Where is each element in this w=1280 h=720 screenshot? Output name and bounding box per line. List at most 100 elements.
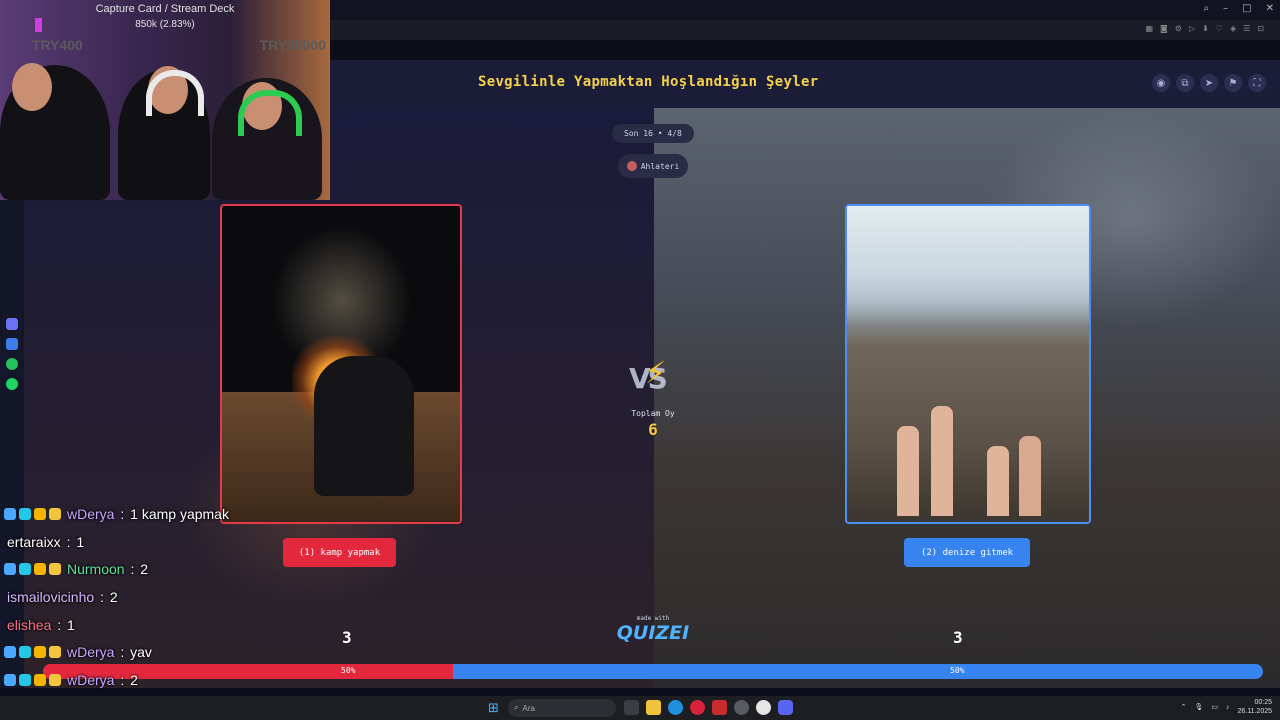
option-card-left[interactable] [220,204,462,524]
extension-icons: ▦ ◙ ⚙ ▷ ⬇ ♡ ◈ ☰ ⊡ [1145,24,1264,33]
opera-gx-icon[interactable] [690,700,705,715]
chat-badge-icon [34,673,46,686]
close-button[interactable]: ✕ [1266,3,1274,14]
cube-icon[interactable]: ◈ [1230,24,1236,33]
taskbar-search[interactable]: ⌕ Ara [508,699,616,717]
choice-button-right[interactable]: (2) denize gitmek [904,538,1030,567]
copy-icon[interactable]: ⧉ [1176,74,1194,92]
taskbar-search-placeholder: Ara [522,703,535,713]
grid-icon[interactable]: ▦ [1145,24,1153,33]
window-controls: ⌕ – □ ✕ [1204,3,1274,14]
chat-username[interactable]: ismailovicinho [7,589,94,605]
sea-foam-illustration [847,206,1089,326]
clock-date: 26.11.2025 [1237,708,1272,715]
chat-badge-icon [19,646,31,659]
download-icon[interactable]: ⬇ [1202,24,1209,33]
chat-separator: : [126,561,139,578]
chat-badge-icon [4,646,16,659]
system-clock[interactable]: 00:25 26.11.2025 [1237,698,1272,716]
chat-text: 1 [67,616,75,633]
chat-text: 2 [130,671,138,688]
network-icon[interactable]: ▭ [1211,703,1218,711]
chat-badge-icon [19,563,31,576]
option-card-right[interactable] [845,204,1091,524]
heart-icon[interactable]: ♡ [1216,24,1223,33]
author-name: Ahlateri [640,161,680,171]
chat-separator: : [116,505,129,522]
author-pill[interactable]: Ahlateri [618,154,688,178]
chat-message: wDerya : 2 [4,666,229,694]
chat-badge-icon [4,673,16,686]
volume-icon[interactable]: ♪ [1226,704,1230,711]
round-indicator: Son 16 • 4/8 [612,124,694,143]
made-with-label: made with [636,615,670,622]
chat-username[interactable]: wDerya [67,644,114,660]
edge-icon[interactable] [668,700,683,715]
vs-emblem: VS ⚡ [629,356,677,400]
capture-stat: 850k (2.83%) [135,19,195,30]
chat-username[interactable]: Nurmoon [67,561,125,577]
chat-text: yav [130,644,152,661]
chat-message: wDerya : yav [4,638,229,666]
donation-goal-left: TRY400 [32,37,83,53]
task-view-icon[interactable] [624,700,639,715]
fullscreen-icon[interactable]: ⛶ [1248,74,1266,92]
chat-separator: : [116,671,129,688]
stream-chat: wDerya : 1 kamp yapmak ertaraixx : 1 Nurmo… [4,500,229,694]
discord-icon[interactable] [778,700,793,715]
search-icon: ⌕ [514,703,519,712]
chat-text: 2 [140,561,149,578]
taskbar-apps [624,700,793,715]
microphone-icon[interactable]: 🎙 [1194,703,1203,711]
headset-icon [238,90,302,136]
share-icon[interactable]: ➤ [1200,74,1218,92]
chat-username[interactable]: wDerya [67,506,114,522]
chat-message: wDerya : 1 kamp yapmak [4,500,229,528]
webcam-overlay: Capture Card / Stream Deck 850k (2.83%) … [0,0,330,200]
maximize-button[interactable]: □ [1242,3,1251,14]
chat-badge-icon [4,563,16,576]
menu-icon[interactable]: ☰ [1243,24,1250,33]
spotify-icon[interactable] [6,378,18,390]
search-icon[interactable]: ⌕ [1204,3,1210,14]
quiz-header: Sevgilinle Yapmaktan Hoşlandığın Şeyler … [330,60,1280,108]
crown-icon [49,646,61,659]
choice-button-left[interactable]: (1) kamp yapmak [283,538,396,567]
chevron-up-icon[interactable]: ⌃ [1181,703,1187,711]
chat-badge-icon [4,507,16,520]
messenger-icon[interactable] [6,338,18,350]
camera-icon[interactable]: ◙ [1160,24,1168,33]
whatsapp-icon[interactable] [6,358,18,370]
chat-message: ertaraixx : 1 [4,528,229,556]
total-votes-value: 6 [648,420,658,439]
chat-message: elishea : 1 [4,611,229,639]
os-taskbar: ⊞ ⌕ Ara ⌃ 🎙 ▭ ♪ 00:25 26.11.2025 [0,696,1280,720]
settings-icon[interactable] [734,700,749,715]
file-explorer-icon[interactable] [646,700,661,715]
chat-username[interactable]: elishea [7,617,51,633]
settings-icon[interactable]: ⚙ [1175,24,1182,33]
chat-text: 1 kamp yapmak [130,505,229,522]
chat-username[interactable]: ertaraixx [7,534,61,550]
windows-start-icon[interactable]: ⊞ [488,701,499,716]
obs-app-icon[interactable] [712,700,727,715]
flag-icon[interactable]: ⚑ [1224,74,1242,92]
chat-message: Nurmoon : 2 [4,555,229,583]
feet-illustration [877,406,1047,516]
page-title: Sevgilinle Yapmaktan Hoşlandığın Şeyler [478,74,819,90]
minimize-button[interactable]: – [1223,3,1228,14]
lock-icon[interactable]: ⊡ [1257,24,1264,33]
play-icon[interactable]: ▷ [1189,24,1195,33]
rail-app-icon[interactable] [6,318,18,330]
total-votes-label: Toplam Oy [631,409,675,418]
address-bar[interactable]: ▦ ◙ ⚙ ▷ ⬇ ♡ ◈ ☰ ⊡ [330,20,1280,40]
eye-icon[interactable]: ◉ [1152,74,1170,92]
left-percent: 50% [341,666,356,675]
right-vote-count: 3 [953,628,963,647]
right-percent: 50% [950,666,965,675]
left-vote-count: 3 [342,628,352,647]
brand-logo[interactable]: QUIZEI [612,622,694,644]
chat-username[interactable]: wDerya [67,672,114,688]
donation-goal-right: TRY30000 [259,37,326,53]
media-player-icon[interactable] [756,700,771,715]
